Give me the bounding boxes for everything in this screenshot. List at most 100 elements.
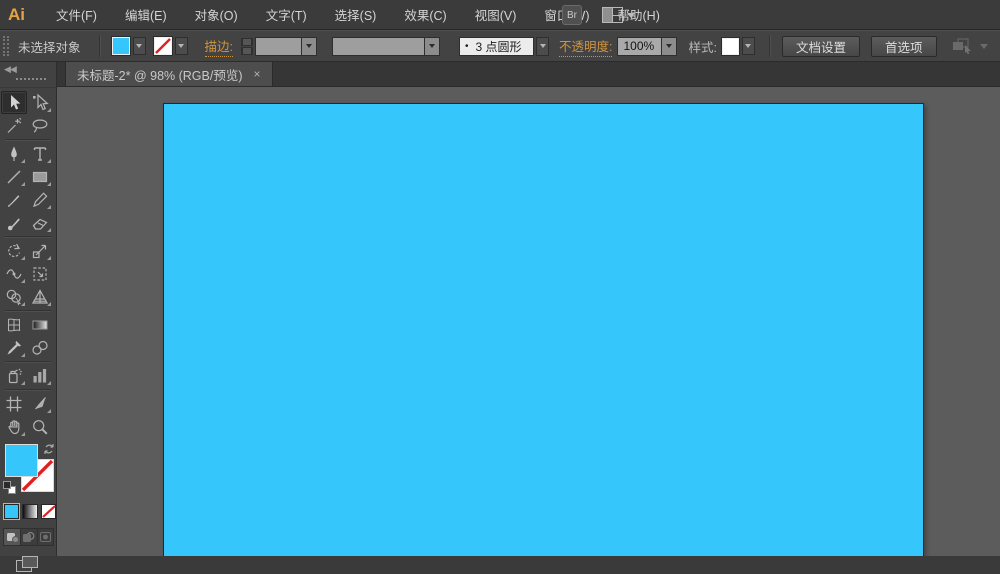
blend-tool-icon[interactable] <box>27 336 53 359</box>
tool-grid <box>1 91 55 438</box>
preferences-button[interactable]: 首选项 <box>871 36 937 57</box>
brush-definition-select[interactable]: • 3 点圆形 <box>459 37 534 56</box>
paintbrush-tool-icon[interactable] <box>1 188 27 211</box>
close-tab-icon[interactable]: × <box>254 68 261 80</box>
control-bar-grip[interactable] <box>3 36 9 56</box>
blob-brush-tool-icon[interactable] <box>1 211 27 234</box>
gradient-tool-icon[interactable] <box>27 313 53 336</box>
artboard[interactable] <box>163 103 924 556</box>
opacity-input[interactable]: 100% <box>617 37 662 56</box>
chevron-down-icon <box>666 44 672 48</box>
document-tab[interactable]: 未标题-2* @ 98% (RGB/预览) × <box>65 62 273 86</box>
draw-inside-icon[interactable] <box>37 529 53 545</box>
width-profile-control <box>332 37 440 56</box>
swap-fill-stroke-icon[interactable] <box>43 443 55 455</box>
fill-color-dropdown-button[interactable] <box>133 37 146 55</box>
chevron-down-icon <box>136 44 142 48</box>
graphic-style-swatch[interactable] <box>722 38 739 55</box>
stroke-width-dropdown-button[interactable] <box>302 37 317 56</box>
menu-item[interactable]: 选择(S) <box>321 0 391 29</box>
pencil-tool-icon[interactable] <box>27 188 53 211</box>
hand-tool-icon[interactable] <box>1 415 27 438</box>
brush-preview-dot: • <box>465 41 469 52</box>
width-tool-icon[interactable] <box>1 262 27 285</box>
opacity-panel-link[interactable]: 不透明度: <box>559 36 612 57</box>
draw-behind-icon[interactable] <box>20 529 36 545</box>
eraser-tool-icon[interactable] <box>27 211 53 234</box>
width-profile-dropdown-button[interactable] <box>425 37 440 56</box>
chevron-down-icon <box>429 44 435 48</box>
rectangle-tool-icon[interactable] <box>27 165 53 188</box>
menu-item[interactable]: 文字(T) <box>252 0 321 29</box>
opacity-dropdown-button[interactable] <box>662 37 677 56</box>
change-screen-mode-icon[interactable] <box>16 556 40 574</box>
document-setup-button[interactable]: 文档设置 <box>782 36 860 57</box>
graphic-style-control <box>722 37 755 55</box>
line-segment-tool-icon[interactable] <box>1 165 27 188</box>
bridge-icon[interactable]: Br <box>562 5 582 25</box>
graphic-style-dropdown-button[interactable] <box>742 37 755 55</box>
stroke-width-stepper[interactable] <box>241 38 253 55</box>
symbol-sprayer-tool-icon[interactable] <box>1 364 27 387</box>
fill-color-swatch[interactable] <box>112 37 130 55</box>
fill-swatch[interactable] <box>5 444 38 477</box>
pen-tool-icon[interactable] <box>1 142 27 165</box>
default-fill-stroke-icon[interactable] <box>3 481 16 494</box>
selection-tool-icon[interactable] <box>1 91 27 114</box>
width-profile-select[interactable] <box>332 37 425 56</box>
chevron-down-icon <box>745 44 751 48</box>
shape-builder-tool-icon[interactable] <box>1 285 27 308</box>
magic-wand-tool-icon[interactable] <box>1 114 27 137</box>
column-graph-tool-icon[interactable] <box>27 364 53 387</box>
gradient-button[interactable] <box>22 504 37 519</box>
stroke-color-dropdown-button[interactable] <box>175 37 188 55</box>
brush-dropdown-button[interactable] <box>536 37 549 56</box>
control-bar: 未选择对象 描边: • 3 点圆形 不透明度: 100% 样式: <box>0 30 1000 62</box>
menu-item[interactable]: 编辑(E) <box>111 0 181 29</box>
menu-item[interactable]: 文件(F) <box>42 0 111 29</box>
stepper-down-button[interactable] <box>241 47 253 55</box>
fill-color-control <box>112 37 146 55</box>
eyedropper-tool-icon[interactable] <box>1 336 27 359</box>
none-button[interactable] <box>41 504 56 519</box>
canvas-pasteboard[interactable] <box>57 87 1000 556</box>
perspective-grid-tool-icon[interactable] <box>27 285 53 308</box>
stepper-up-button[interactable] <box>241 38 253 46</box>
type-tool-icon[interactable] <box>27 142 53 165</box>
menu-bar-icons: Br <box>562 5 635 25</box>
menu-item[interactable]: 效果(C) <box>390 0 460 29</box>
direct-selection-tool-icon[interactable] <box>27 91 53 114</box>
arrange-documents-button[interactable] <box>602 7 635 23</box>
chevron-down-icon <box>306 44 312 48</box>
menu-item[interactable]: 对象(O) <box>181 0 252 29</box>
paint-style-row <box>0 500 56 519</box>
chevron-down-icon <box>627 13 635 18</box>
artboard-tool-icon[interactable] <box>1 392 27 415</box>
tools-panel-header: ◀◀ <box>0 62 56 88</box>
tool-group-divider <box>5 310 51 311</box>
zoom-tool-icon[interactable] <box>27 415 53 438</box>
lasso-tool-icon[interactable] <box>27 114 53 137</box>
down-arrow-icon <box>242 47 252 55</box>
color-button[interactable] <box>4 504 19 519</box>
scale-tool-icon[interactable] <box>27 239 53 262</box>
tools-panel: ◀◀ <box>0 62 57 556</box>
brush-name: 3 点圆形 <box>476 38 522 55</box>
tool-group-divider <box>5 389 51 390</box>
menu-item[interactable]: 视图(V) <box>461 0 531 29</box>
divider <box>99 35 100 57</box>
collapse-panel-icon[interactable]: ◀◀ <box>4 64 16 75</box>
slice-tool-icon[interactable] <box>27 392 53 415</box>
free-transform-tool-icon[interactable] <box>27 262 53 285</box>
draw-normal-icon[interactable] <box>4 529 20 545</box>
stroke-panel-link[interactable]: 描边: <box>205 36 233 57</box>
stroke-width-input[interactable] <box>255 37 302 56</box>
mesh-tool-icon[interactable] <box>1 313 27 336</box>
chevron-down-icon <box>540 44 546 48</box>
rotate-tool-icon[interactable] <box>1 239 27 262</box>
panel-drag-grip[interactable] <box>16 78 46 80</box>
tool-group-divider <box>5 361 51 362</box>
stroke-color-swatch-none[interactable] <box>154 37 172 55</box>
chevron-down-icon <box>178 44 184 48</box>
document-tab-strip: 未标题-2* @ 98% (RGB/预览) × <box>57 62 1000 87</box>
